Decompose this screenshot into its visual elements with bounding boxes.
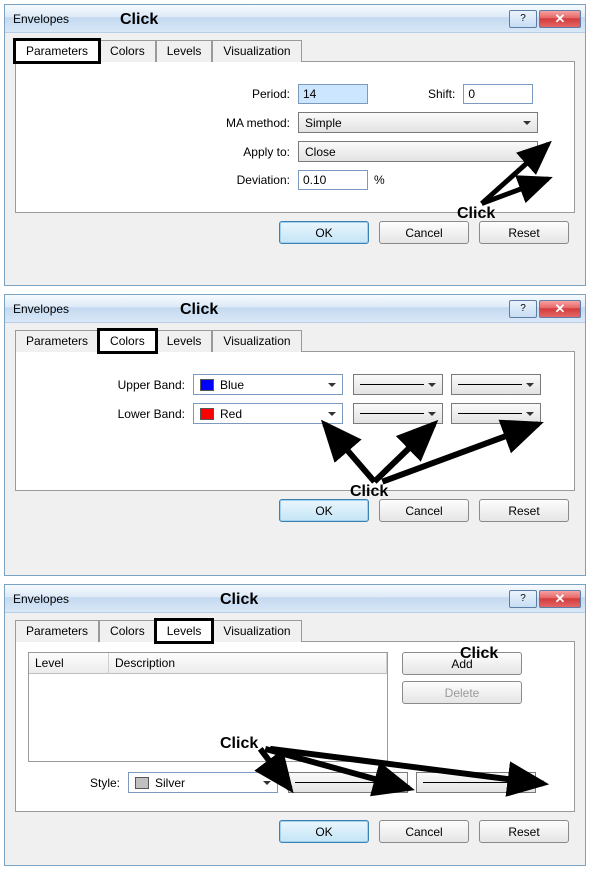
- tabstrip: Parameters Colors Levels Visualization: [15, 39, 575, 61]
- upper-line-width-combo[interactable]: [451, 374, 541, 395]
- window-title: Envelopes: [13, 592, 507, 606]
- col-level: Level: [29, 653, 109, 673]
- style-label: Style:: [28, 776, 128, 790]
- parameters-panel: Period: Shift: MA method: Simple Apply t…: [15, 61, 575, 213]
- tab-parameters[interactable]: Parameters: [15, 40, 99, 62]
- reset-button[interactable]: Reset: [479, 221, 569, 244]
- upper-line-style-combo[interactable]: [353, 374, 443, 395]
- levels-list[interactable]: Level Description: [28, 652, 388, 762]
- add-button[interactable]: Add: [402, 652, 522, 675]
- style-color-combo[interactable]: Silver: [128, 772, 278, 793]
- levels-panel: Level Description Add Delete Style: Silv…: [15, 641, 575, 812]
- help-button[interactable]: ?: [509, 590, 537, 608]
- list-header: Level Description: [29, 653, 387, 674]
- ma-method-combo[interactable]: Simple: [298, 112, 538, 133]
- percent-label: %: [374, 173, 385, 187]
- shift-input[interactable]: [463, 84, 533, 104]
- close-button[interactable]: ✕: [539, 590, 581, 608]
- reset-button[interactable]: Reset: [479, 499, 569, 522]
- tab-parameters[interactable]: Parameters: [15, 620, 99, 642]
- tab-visualization[interactable]: Visualization: [212, 40, 301, 62]
- apply-to-combo[interactable]: Close: [298, 141, 538, 162]
- tab-levels[interactable]: Levels: [156, 620, 213, 642]
- tab-visualization[interactable]: Visualization: [212, 330, 301, 352]
- ok-button[interactable]: OK: [279, 221, 369, 244]
- help-button[interactable]: ?: [509, 300, 537, 318]
- ma-method-label: MA method:: [28, 116, 298, 130]
- col-description: Description: [109, 653, 387, 673]
- deviation-input[interactable]: [298, 170, 368, 190]
- window-title: Envelopes: [13, 302, 507, 316]
- lower-color-combo[interactable]: Red: [193, 403, 343, 424]
- shift-label: Shift:: [428, 87, 455, 101]
- color-swatch-icon: [200, 379, 214, 391]
- upper-color-combo[interactable]: Blue: [193, 374, 343, 395]
- color-swatch-icon: [135, 777, 149, 789]
- tab-levels[interactable]: Levels: [156, 40, 213, 62]
- lower-band-label: Lower Band:: [28, 407, 193, 421]
- colors-panel: Upper Band: Blue Lower Band: Red: [15, 351, 575, 491]
- dialog-colors: Envelopes ? ✕ Parameters Colors Levels V…: [4, 294, 586, 576]
- cancel-button[interactable]: Cancel: [379, 820, 469, 843]
- period-input[interactable]: [298, 84, 368, 104]
- apply-to-label: Apply to:: [28, 145, 298, 159]
- close-button[interactable]: ✕: [539, 10, 581, 28]
- reset-button[interactable]: Reset: [479, 820, 569, 843]
- cancel-button[interactable]: Cancel: [379, 499, 469, 522]
- titlebar: Envelopes ? ✕: [5, 295, 585, 323]
- cancel-button[interactable]: Cancel: [379, 221, 469, 244]
- help-button[interactable]: ?: [509, 10, 537, 28]
- dialog-levels: Envelopes ? ✕ Parameters Colors Levels V…: [4, 584, 586, 866]
- delete-button[interactable]: Delete: [402, 681, 522, 704]
- tab-colors[interactable]: Colors: [99, 330, 156, 352]
- tab-levels[interactable]: Levels: [156, 330, 213, 352]
- color-swatch-icon: [200, 408, 214, 420]
- titlebar: Envelopes ? ✕: [5, 585, 585, 613]
- style-line-width-combo[interactable]: [416, 772, 536, 793]
- tab-visualization[interactable]: Visualization: [212, 620, 301, 642]
- window-title: Envelopes: [13, 12, 507, 26]
- tab-colors[interactable]: Colors: [99, 40, 156, 62]
- deviation-label: Deviation:: [28, 173, 298, 187]
- tabstrip: Parameters Colors Levels Visualization: [15, 329, 575, 351]
- period-label: Period:: [28, 87, 298, 101]
- titlebar: Envelopes ? ✕: [5, 5, 585, 33]
- dialog-parameters: Envelopes ? ✕ Parameters Colors Levels V…: [4, 4, 586, 286]
- tabstrip: Parameters Colors Levels Visualization: [15, 619, 575, 641]
- ok-button[interactable]: OK: [279, 820, 369, 843]
- ok-button[interactable]: OK: [279, 499, 369, 522]
- tab-parameters[interactable]: Parameters: [15, 330, 99, 352]
- upper-band-label: Upper Band:: [28, 378, 193, 392]
- style-line-style-combo[interactable]: [288, 772, 408, 793]
- tab-colors[interactable]: Colors: [99, 620, 156, 642]
- lower-line-style-combo[interactable]: [353, 403, 443, 424]
- close-button[interactable]: ✕: [539, 300, 581, 318]
- lower-line-width-combo[interactable]: [451, 403, 541, 424]
